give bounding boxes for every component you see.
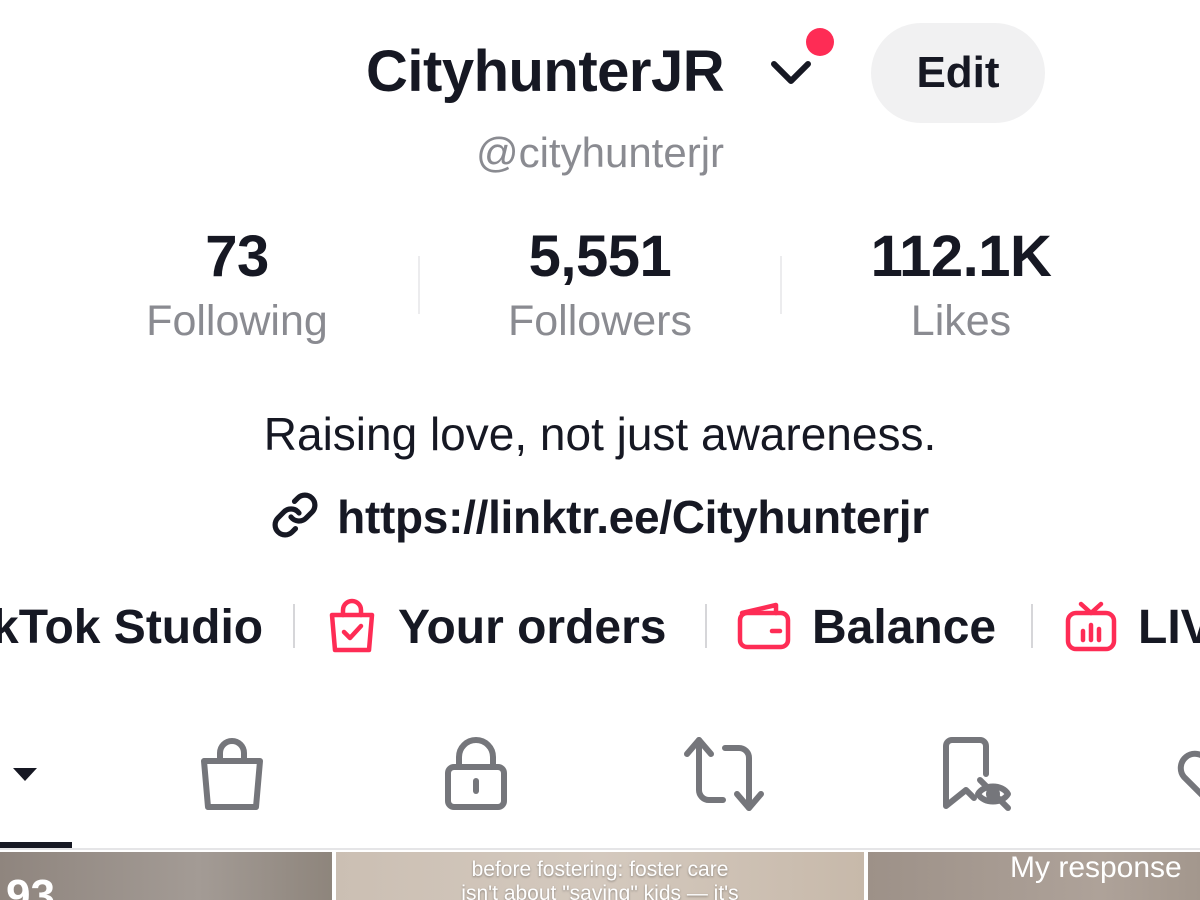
shortcut-divider (705, 604, 707, 648)
shortcut-divider (1031, 604, 1033, 648)
following-count: 73 (205, 224, 269, 289)
edit-profile-button[interactable]: Edit (871, 23, 1045, 123)
live-tv-icon (1064, 598, 1118, 659)
hidden-favorites-icon (940, 734, 1012, 819)
following-label: Following (146, 297, 328, 345)
repost-icon (683, 732, 765, 821)
tab-bar-divider (0, 848, 1200, 850)
profile-bio: Raising love, not just awareness. (263, 408, 937, 460)
video-thumbnail[interactable]: 93 (0, 852, 332, 900)
shortcut-your-orders[interactable]: Your orders (326, 596, 667, 660)
tab-videos[interactable] (0, 734, 50, 818)
video-caption: 93 (6, 871, 55, 900)
account-switcher-chevron-icon[interactable] (768, 52, 814, 92)
stat-likes[interactable]: 112.1K Likes (811, 222, 1111, 349)
stat-divider (418, 256, 420, 314)
video-thumbnail[interactable]: before fostering: foster care isn't abou… (336, 852, 864, 900)
shortcut-label: Balance (812, 601, 997, 654)
shortcut-tiktok-studio[interactable]: kTok Studio (0, 596, 263, 660)
shop-bag-icon (196, 735, 268, 818)
notification-dot (806, 28, 834, 56)
profile-link-text: https://linktr.ee/Cityhunterjr (337, 491, 929, 543)
liked-heart-icon (1176, 739, 1200, 814)
stat-divider (780, 256, 782, 314)
wallet-icon (736, 601, 792, 656)
shortcut-live[interactable]: LIV (1064, 596, 1200, 660)
shortcut-label: Your orders (398, 601, 667, 654)
video-caption-line: before fostering: foster care (471, 858, 729, 881)
followers-count: 5,551 (528, 224, 672, 289)
tab-favorites[interactable] (938, 734, 1014, 818)
shopping-bag-check-icon (326, 598, 378, 659)
video-caption-line: isn't about "saving" kids — it's (461, 882, 739, 900)
likes-label: Likes (910, 297, 1012, 345)
shortcut-label: kTok Studio (0, 601, 264, 654)
shortcut-balance[interactable]: Balance (736, 596, 996, 660)
video-caption: before fostering: foster care isn't abou… (336, 858, 864, 900)
followers-label: Followers (508, 297, 692, 345)
tab-reposts[interactable] (680, 734, 768, 818)
tab-private[interactable] (434, 734, 518, 818)
videos-dropdown-icon (9, 764, 41, 789)
video-thumbnail[interactable]: My response (868, 852, 1200, 900)
tab-liked[interactable] (1176, 734, 1200, 818)
shortcut-label: LIV (1138, 601, 1200, 654)
stat-following[interactable]: 73 Following (87, 222, 387, 349)
profile-handle: @cityhunterjr (475, 129, 725, 176)
likes-count: 112.1K (870, 224, 1052, 289)
link-icon (271, 491, 319, 544)
profile-link[interactable]: https://linktr.ee/Cityhunterjr (0, 488, 1200, 546)
tab-shop[interactable] (190, 734, 274, 818)
video-caption: My response (1010, 852, 1182, 884)
stat-followers[interactable]: 5,551 Followers (450, 222, 750, 349)
shortcut-divider (293, 604, 295, 648)
profile-display-name: CityhunterJR (366, 39, 725, 104)
lock-icon (442, 735, 510, 818)
